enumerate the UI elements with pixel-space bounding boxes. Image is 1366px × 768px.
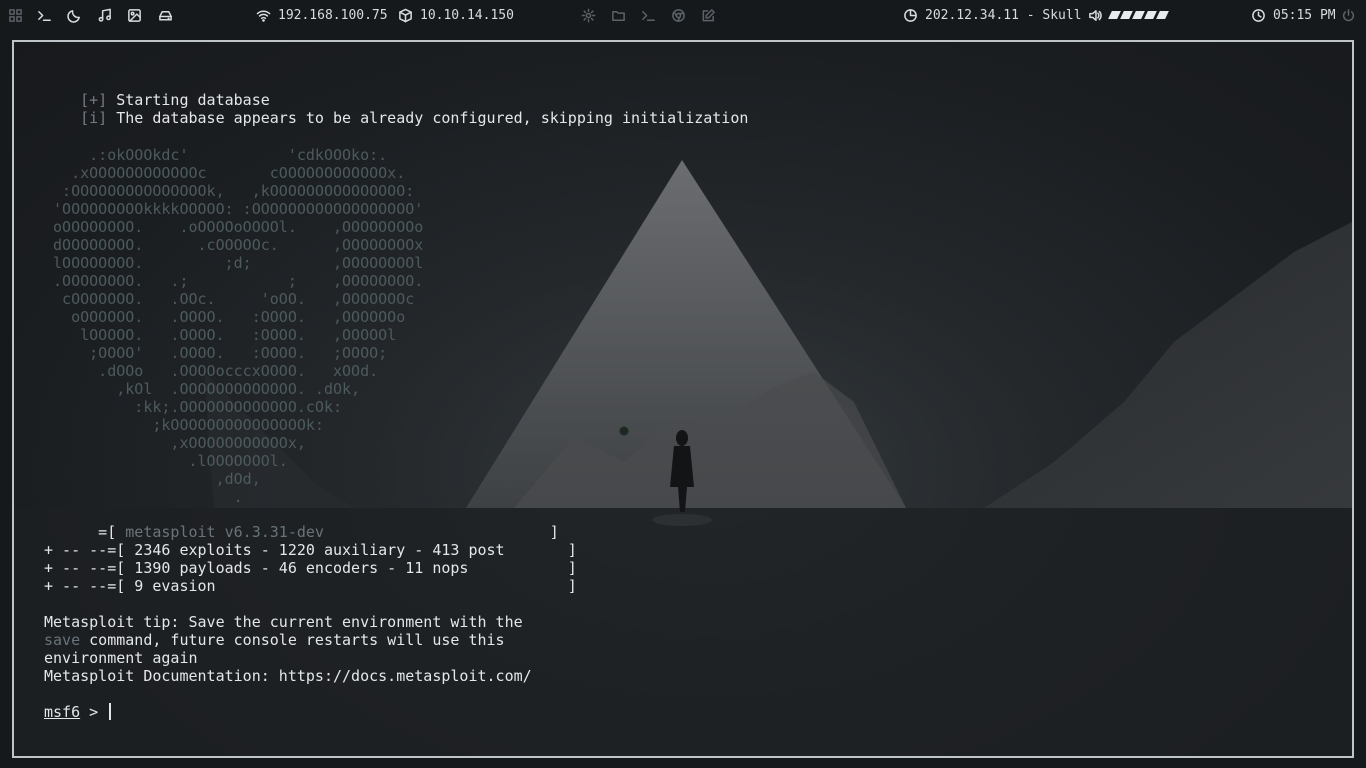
metasploit-version: metasploit v6.3.31-dev bbox=[125, 523, 324, 541]
metasploit-ascii-banner: .:okOOOkdc' 'cdkOOOko:. .xOOOOOOOOOOOOc … bbox=[53, 146, 424, 506]
volume-level-bars[interactable] bbox=[1108, 11, 1169, 19]
clock-time: 05:15 PM bbox=[1273, 7, 1336, 23]
box-icon bbox=[397, 7, 413, 23]
wifi-ip: 192.168.100.75 bbox=[278, 7, 388, 23]
text-cursor[interactable] bbox=[109, 703, 112, 720]
gear-icon[interactable] bbox=[580, 0, 596, 30]
prompt-name: msf6 bbox=[44, 703, 81, 721]
volume-icon bbox=[1087, 7, 1103, 23]
top-bar: 192.168.100.75 10.10.14.150 202.12.34.11… bbox=[0, 0, 1366, 30]
status-text: The database appears to be already confi… bbox=[116, 109, 749, 127]
tip-line: save command, future console restarts wi… bbox=[44, 631, 505, 649]
moon-icon[interactable] bbox=[66, 0, 82, 30]
wifi-icon bbox=[255, 7, 271, 23]
banner-stats-line: + -- --=[ 2346 exploits - 1220 auxiliary… bbox=[44, 541, 577, 559]
power-icon[interactable] bbox=[1340, 0, 1356, 30]
version-suffix: ] bbox=[323, 523, 559, 541]
vpn-ip: 10.10.14.150 bbox=[420, 7, 514, 23]
moon-dot bbox=[619, 426, 629, 436]
edit-icon[interactable] bbox=[700, 0, 716, 30]
tip-text: command, future console restarts will us… bbox=[80, 631, 505, 649]
banner-stats-line: + -- --=[ 9 evasion ] bbox=[44, 577, 577, 595]
folder-icon[interactable] bbox=[610, 0, 626, 30]
browser-icon[interactable] bbox=[670, 0, 686, 30]
tip-keyword: save bbox=[44, 631, 81, 649]
volume-control[interactable] bbox=[1087, 0, 1169, 30]
docs-line: Metasploit Documentation: https://docs.m… bbox=[44, 667, 532, 685]
tip-line: Metasploit tip: Save the current environ… bbox=[44, 613, 523, 631]
terminal-icon[interactable] bbox=[36, 0, 52, 30]
banner-version-line: =[ metasploit v6.3.31-dev ] bbox=[44, 523, 559, 541]
terminal-app-icon[interactable] bbox=[640, 0, 656, 30]
music-icon[interactable] bbox=[96, 0, 112, 30]
target-label: 202.12.34.11 - Skull bbox=[925, 7, 1082, 23]
version-prefix: =[ bbox=[44, 523, 126, 541]
image-icon[interactable] bbox=[126, 0, 142, 30]
banner-stats-line: + -- --=[ 1390 payloads - 46 encoders - … bbox=[44, 559, 577, 577]
command-prompt[interactable]: msf6 > bbox=[44, 703, 112, 721]
prompt-symbol: > bbox=[80, 703, 108, 721]
terminal-window[interactable]: [+] Starting database [i] The database a… bbox=[12, 40, 1354, 758]
status-tag: [i] bbox=[80, 109, 108, 127]
figure-shadow bbox=[652, 514, 712, 526]
wifi-status: 192.168.100.75 bbox=[255, 0, 388, 30]
workspaces-grid-icon[interactable] bbox=[7, 0, 23, 30]
drive-icon[interactable] bbox=[157, 0, 173, 30]
clock-pie-icon bbox=[902, 7, 918, 23]
status-line: [i] The database appears to be already c… bbox=[44, 91, 748, 145]
vpn-status: 10.10.14.150 bbox=[397, 0, 514, 30]
right-rock bbox=[984, 222, 1352, 508]
clock: 05:15 PM bbox=[1250, 0, 1336, 30]
tip-line: environment again bbox=[44, 649, 198, 667]
target-status: 202.12.34.11 - Skull bbox=[902, 0, 1082, 30]
clock-icon bbox=[1250, 7, 1266, 23]
